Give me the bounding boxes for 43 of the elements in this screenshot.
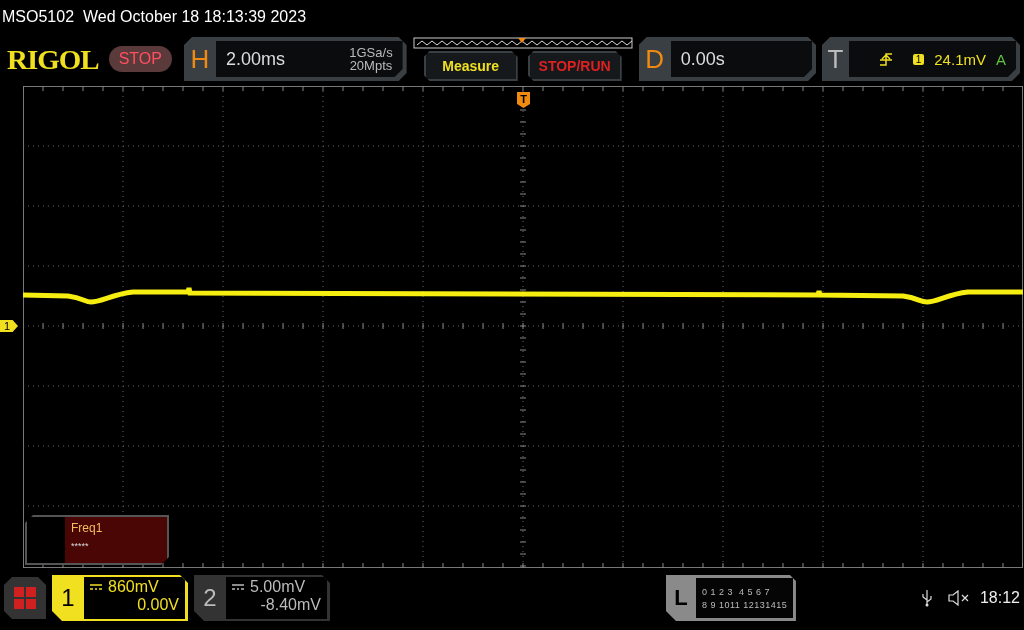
panel-letter: T <box>826 43 845 75</box>
trigger-panel[interactable]: T 1 24.1mV A <box>822 37 1020 81</box>
horizontal-panel[interactable]: H 2.00ms 1GSa/s 20Mpts <box>183 37 407 81</box>
trigger-marker[interactable]: T <box>517 92 530 108</box>
menu-button[interactable] <box>4 577 46 619</box>
logic-panel[interactable]: L 0 1 2 3 4 5 6 7 8 9 1011 12131415 <box>665 575 796 621</box>
channel-offset: 0.00V <box>137 596 179 614</box>
dc-coupling-icon <box>90 584 102 590</box>
channel-number: 1 <box>60 584 76 612</box>
date-time: Wed October 18 18:13:39 2023 <box>83 8 307 26</box>
sample-rate: 1GSa/s <box>349 46 393 59</box>
trigger-source: 1 <box>912 53 925 65</box>
channel-number: 2 <box>202 584 218 612</box>
clock-time: 18:12 <box>979 589 1020 607</box>
delay-value: 0.00s <box>680 48 725 70</box>
memory-depth: 20Mpts <box>349 59 393 72</box>
rising-edge-icon <box>878 52 893 66</box>
channel-card[interactable]: 1 860mV 0.00V <box>52 575 188 621</box>
trigger-level: 24.1mV <box>934 50 986 68</box>
channel-card[interactable]: 2 5.00mV -8.40mV <box>194 575 330 621</box>
trigger-mode: A <box>996 50 1006 68</box>
measurement-name: Freq1 <box>71 521 104 535</box>
channel-scale: 860mV <box>108 578 159 596</box>
panel-letter: L <box>673 585 689 611</box>
measurement-value: ***** <box>71 541 90 551</box>
panel-letter: H <box>189 43 211 75</box>
model-name: MSO5102 <box>2 8 75 26</box>
measure-button[interactable]: Measure <box>423 51 518 81</box>
grid-icon <box>14 587 36 609</box>
dc-coupling-icon <box>232 584 244 590</box>
channel-offset: -8.40mV <box>260 596 321 614</box>
channel-marker[interactable]: 1 <box>0 320 18 332</box>
usb-icon <box>921 589 932 607</box>
panel-letter: D <box>644 43 666 75</box>
logo: RIGOL <box>7 43 99 75</box>
channel-scale: 5.00mV <box>250 578 306 596</box>
delay-panel[interactable]: D 0.00s <box>638 37 816 81</box>
logic-channels: 8 9 1011 12131415 <box>701 599 789 610</box>
speaker-muted-icon <box>947 590 970 606</box>
run-state: STOP <box>108 46 172 72</box>
stop-run-button[interactable]: STOP/RUN <box>527 51 622 81</box>
timebase-value: 2.00ms <box>225 48 285 70</box>
logic-channels: 0 1 2 3 4 5 6 7 <box>701 586 771 597</box>
